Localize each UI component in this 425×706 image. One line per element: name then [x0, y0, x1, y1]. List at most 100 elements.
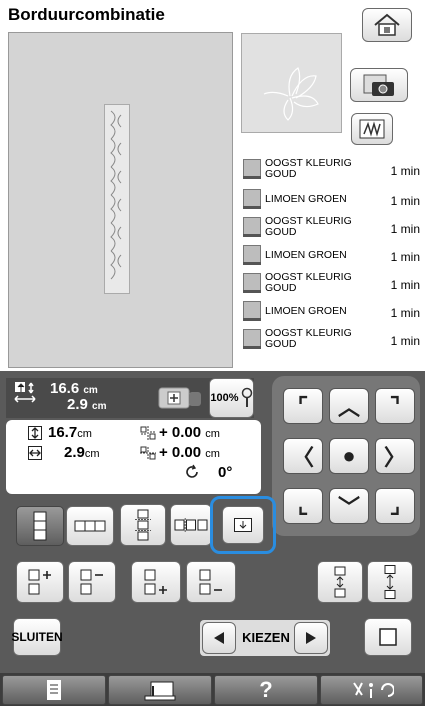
vertical-offset-icon [140, 426, 156, 440]
select-all-button[interactable] [364, 618, 412, 656]
move-up-left-button[interactable]: ⌜ [283, 388, 323, 424]
height-unit: cm [77, 428, 92, 440]
vertical-offset-value: + 0.00 [159, 424, 202, 441]
page-title: Borduurcombinatie [8, 5, 165, 24]
help-icon: ? [259, 677, 273, 702]
thread-name: OOGST KLEURIG GOUD [265, 271, 352, 294]
size-height-value: 2.9 [67, 396, 88, 413]
select-next-button[interactable] [294, 622, 328, 654]
layout-horizontal-button[interactable] [66, 506, 114, 546]
select-previous-button[interactable] [202, 622, 236, 654]
move-down-button[interactable]: ﹀ [329, 488, 369, 524]
spacing-decrease-bottom-button[interactable] [186, 561, 236, 603]
spacing-minus-bottom-icon [199, 569, 222, 595]
zoom-value: 100% [210, 392, 239, 404]
corner-down-left-icon: ⌞ [297, 493, 309, 518]
chevron-up-icon: ︿ [337, 395, 360, 420]
corner-down-right-icon: ⌟ [389, 493, 401, 518]
move-up-right-button[interactable]: ⌝ [375, 388, 415, 424]
settings-icon [352, 682, 394, 698]
position-info-box [6, 420, 261, 494]
layout-spread-horizontal-button[interactable] [170, 504, 212, 546]
spacing-increase-bottom-button[interactable] [131, 561, 181, 603]
narrow-spacing-icon [334, 566, 346, 598]
wide-spacing-icon [384, 565, 396, 599]
thread-name: LIMOEN GROEN [265, 249, 347, 261]
close-button-label: SLUITEN [11, 630, 63, 644]
rotate-icon [184, 464, 200, 480]
layout-spread-vertical-button[interactable] [120, 504, 166, 546]
close-button[interactable]: SLUITEN [11, 618, 63, 656]
thread-time: 1 min [390, 222, 420, 236]
camera-icon [363, 74, 394, 96]
home-icon [374, 13, 400, 36]
stitch-view-button[interactable] [351, 113, 393, 145]
camera-button[interactable] [350, 68, 408, 102]
list-item: OOGST KLEURIG GOUD 1 min [241, 326, 423, 354]
width-value: 2.9 [64, 444, 85, 461]
size-height-unit: cm [92, 401, 107, 412]
thread-time: 1 min [390, 278, 420, 292]
chevron-left-icon: 〈 [291, 445, 314, 470]
horizontal-layout-icon [74, 520, 106, 532]
home-button[interactable] [362, 8, 412, 42]
spacing-minus-icon [80, 569, 103, 595]
height-value: 16.7 [48, 424, 78, 441]
hoop-view-button[interactable] [154, 381, 206, 415]
thread-time: 1 min [390, 250, 420, 264]
move-left-button[interactable]: 〈 [283, 438, 323, 474]
thread-color-swatch [243, 301, 261, 321]
help-button[interactable]: ? [214, 675, 318, 705]
page-icon [47, 680, 61, 700]
rotation-value: 0° [218, 464, 233, 481]
thread-color-swatch [243, 273, 261, 293]
thread-color-swatch [243, 159, 261, 179]
down-arrow-box-icon [234, 518, 252, 532]
page-button[interactable] [2, 675, 106, 705]
thread-name: OOGST KLEURIG GOUD [265, 327, 352, 350]
magnifier-icon [241, 387, 252, 407]
settings-button[interactable] [320, 675, 423, 705]
thread-name: LIMOEN GROEN [265, 305, 347, 317]
spread-vertical-icon [135, 509, 151, 541]
layout-vertical-button[interactable] [16, 506, 64, 546]
thread-name: OOGST KLEURIG GOUD [265, 157, 352, 180]
square-icon [379, 628, 397, 646]
zoom-button[interactable]: 100% [209, 378, 254, 418]
width-icon [28, 446, 42, 460]
move-down-left-button[interactable]: ⌞ [283, 488, 323, 524]
horizontal-offset-unit: cm [205, 448, 220, 460]
chevron-down-icon: ﹀ [337, 495, 360, 520]
spacing-wide-button[interactable] [367, 561, 413, 603]
list-item: OOGST KLEURIG GOUD 1 min [241, 214, 423, 242]
thread-time: 1 min [390, 194, 420, 208]
sewing-machine-button[interactable] [108, 675, 212, 705]
size-icon [14, 381, 36, 407]
thread-name: OOGST KLEURIG GOUD [265, 215, 352, 238]
move-right-button[interactable]: 〉 [375, 438, 415, 474]
center-button[interactable]: ● [329, 438, 369, 474]
move-down-one-button[interactable] [222, 506, 264, 544]
thread-color-swatch [243, 217, 261, 237]
spacing-plus-icon [28, 569, 51, 595]
triangle-left-icon [214, 632, 224, 644]
select-label: KIEZEN [242, 630, 290, 645]
list-item: OOGST KLEURIG GOUD 1 min [241, 156, 423, 184]
corner-up-right-icon: ⌝ [389, 393, 401, 418]
move-down-right-button[interactable]: ⌟ [375, 488, 415, 524]
design-thumbnail [241, 33, 342, 133]
move-up-button[interactable]: ︿ [329, 388, 369, 424]
thread-name: LIMOEN GROEN [265, 193, 347, 205]
hoop-icon [158, 387, 201, 409]
spacing-increase-top-button[interactable] [16, 561, 64, 603]
vertical-layout-icon [33, 511, 47, 541]
chevron-right-icon: 〉 [383, 445, 406, 470]
spacing-decrease-top-button[interactable] [68, 561, 116, 603]
height-icon [28, 426, 42, 440]
list-item: LIMOEN GROEN 1 min [241, 186, 423, 214]
spacing-narrow-button[interactable] [317, 561, 363, 603]
stitch-icon [359, 119, 385, 139]
spread-horizontal-icon [174, 518, 208, 532]
list-item: LIMOEN GROEN 1 min [241, 242, 423, 270]
embroidery-pattern [104, 104, 130, 294]
